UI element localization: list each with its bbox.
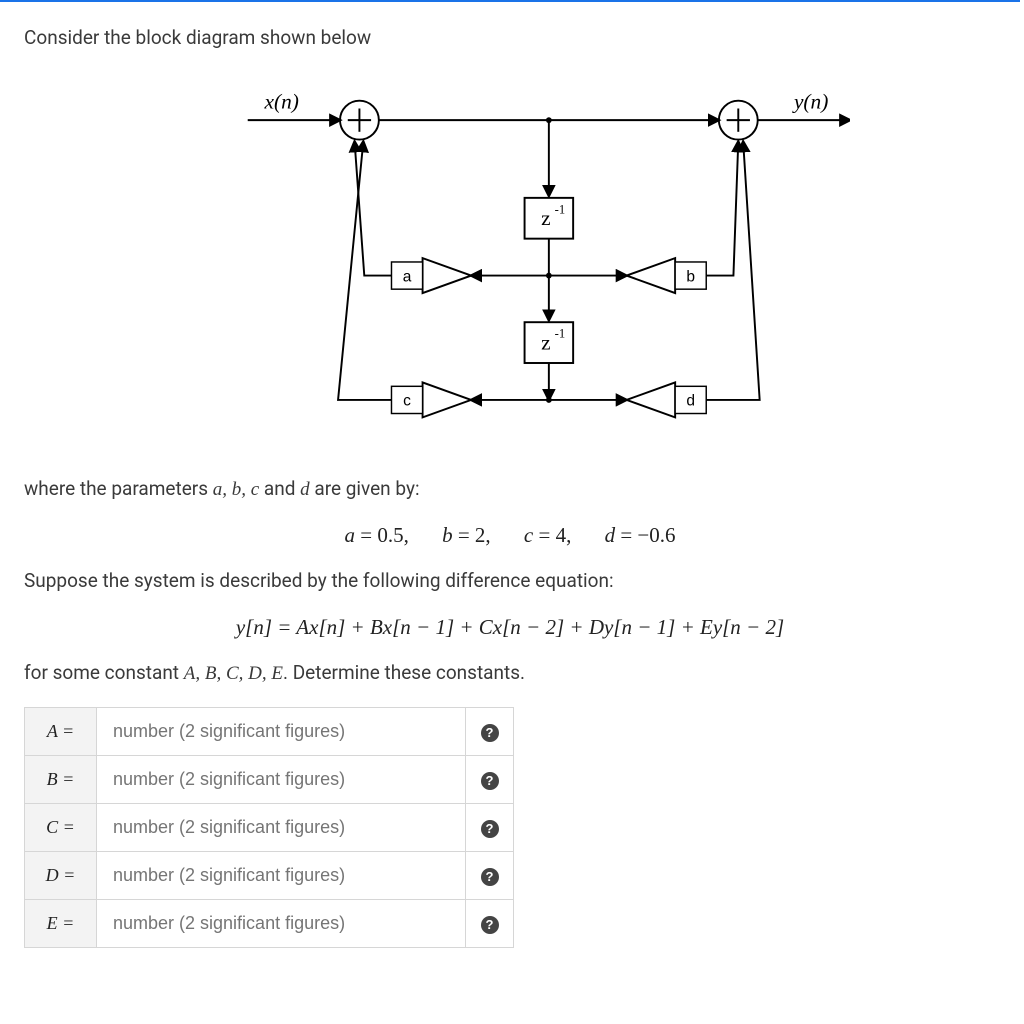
delay-1-sup: -1 bbox=[555, 202, 566, 216]
where-text: where the parameters a, b, c and d are g… bbox=[24, 475, 996, 505]
parameters-equation: a = 0.5, b = 2, c = 4, d = −0.6 bbox=[24, 523, 996, 548]
question-mark-icon: ? bbox=[481, 820, 499, 838]
delay-2: z bbox=[541, 330, 550, 354]
block-diagram: x(n) y(n) z -1 z -1 a bbox=[24, 81, 996, 445]
row-E: E = ? bbox=[25, 900, 514, 948]
suppose-text: Suppose the system is described by the f… bbox=[24, 567, 996, 596]
delay-2-sup: -1 bbox=[555, 326, 566, 340]
input-D[interactable] bbox=[111, 864, 451, 887]
input-C[interactable] bbox=[111, 816, 451, 839]
help-A[interactable]: ? bbox=[466, 708, 514, 756]
input-A[interactable] bbox=[111, 720, 451, 743]
output-label: y(n) bbox=[792, 89, 828, 113]
question-mark-icon: ? bbox=[481, 916, 499, 934]
question-mark-icon: ? bbox=[481, 772, 499, 790]
question-body: Consider the block diagram shown below x… bbox=[0, 24, 1020, 972]
input-label: x(n) bbox=[264, 89, 299, 113]
difference-equation: y[n] = Ax[n] + Bx[n − 1] + Cx[n − 2] + D… bbox=[24, 615, 996, 640]
label-D: D = bbox=[25, 852, 97, 900]
gain-c-label: c bbox=[403, 392, 411, 409]
answers-table: A = ? B = ? C = ? D = ? E = ? bbox=[24, 707, 514, 948]
top-rule bbox=[0, 0, 1020, 2]
row-A: A = ? bbox=[25, 708, 514, 756]
label-B: B = bbox=[25, 756, 97, 804]
input-B[interactable] bbox=[111, 768, 451, 791]
help-D[interactable]: ? bbox=[466, 852, 514, 900]
label-A: A = bbox=[25, 708, 97, 756]
for-constants-text: for some constant A, B, C, D, E. Determi… bbox=[24, 659, 996, 689]
row-B: B = ? bbox=[25, 756, 514, 804]
gain-a-label: a bbox=[403, 268, 412, 285]
question-mark-icon: ? bbox=[481, 724, 499, 742]
help-E[interactable]: ? bbox=[466, 900, 514, 948]
gain-d-label: d bbox=[686, 392, 695, 409]
gain-b-label: b bbox=[686, 268, 695, 285]
question-mark-icon: ? bbox=[481, 868, 499, 886]
intro-text: Consider the block diagram shown below bbox=[24, 24, 996, 53]
row-C: C = ? bbox=[25, 804, 514, 852]
label-E: E = bbox=[25, 900, 97, 948]
row-D: D = ? bbox=[25, 852, 514, 900]
delay-1: z bbox=[541, 206, 550, 230]
input-E[interactable] bbox=[111, 912, 451, 935]
help-C[interactable]: ? bbox=[466, 804, 514, 852]
label-C: C = bbox=[25, 804, 97, 852]
help-B[interactable]: ? bbox=[466, 756, 514, 804]
